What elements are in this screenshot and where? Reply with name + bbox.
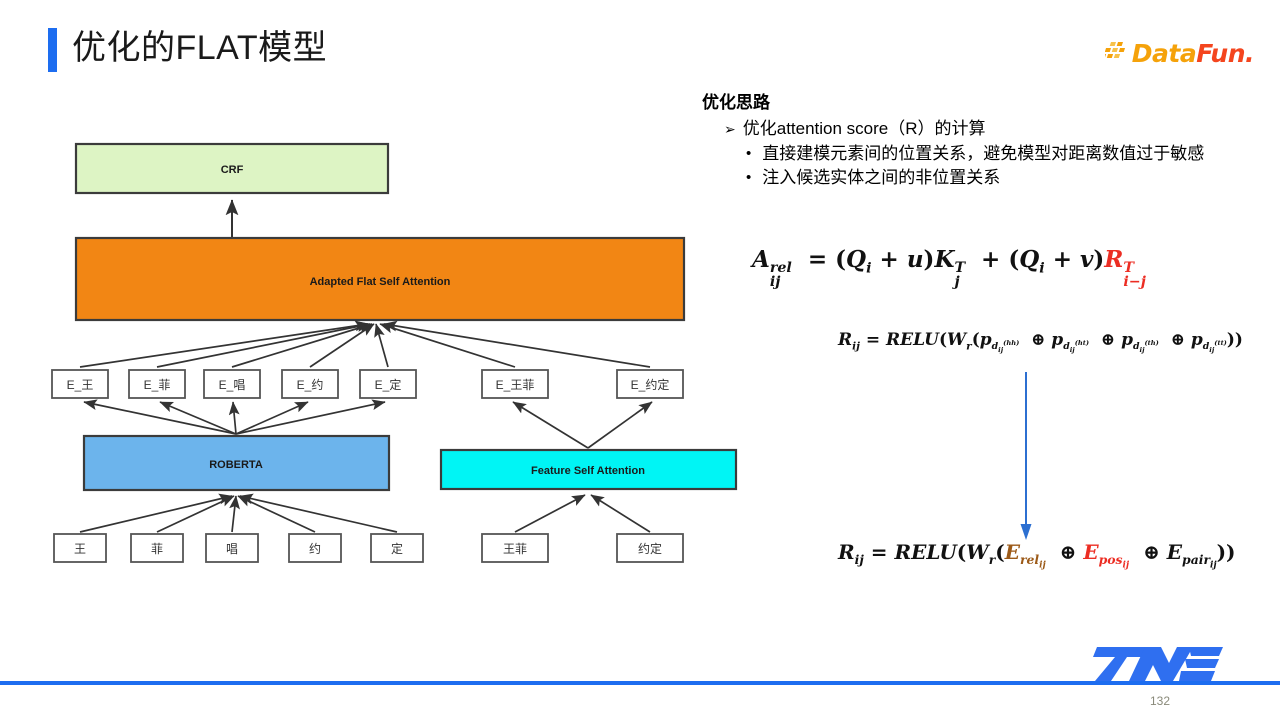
node-token-phrase-1-label: 约定 [638, 541, 662, 556]
formula-attention-rel: Arel ij = (Qi + u)K Tj + (Qi + v)R Ti−j [752, 246, 1146, 291]
node-token-1-label: 菲 [151, 542, 163, 556]
node-embedding-phrase-0: E_王菲 [481, 369, 549, 399]
node-crf: CRF [74, 142, 390, 195]
node-embedding-1-label: E_菲 [144, 378, 171, 392]
formula-rij-embedding: Rij = RELU(Wr(Erelij ⊕ Eposij ⊕ Epairij)… [838, 540, 1236, 571]
page-title: 优化的FLAT模型 [72, 29, 328, 67]
datafun-logo: DataFun. [1104, 38, 1255, 68]
node-embedding-4: E_定 [359, 369, 417, 399]
node-token-4: 定 [370, 533, 424, 563]
node-feature-self-attention-label: Feature Self Attention [531, 465, 645, 477]
node-token-3: 约 [288, 533, 342, 563]
node-embedding-phrase-1-label: E_约定 [631, 377, 670, 392]
edge-group-feature-to-embeddings [512, 401, 653, 449]
embedding-node-row-right: E_王菲 E_约定 [481, 369, 684, 399]
edge-group-embeddings-to-adapted [79, 320, 651, 368]
node-token-phrase-0-label: 王菲 [503, 542, 527, 556]
node-token-phrase-0: 王菲 [481, 533, 549, 563]
node-roberta-label: ROBERTA [209, 459, 263, 471]
node-embedding-phrase-0-label: E_王菲 [496, 378, 535, 392]
optimization-notes-panel: 优化思路 ➢ 优化attention score（R）的计算 • 直接建模元素间… [702, 88, 1262, 190]
node-adapted-flat-self-attention: Adapted Flat Self Attention [74, 236, 686, 322]
node-embedding-0-label: E_王 [67, 378, 94, 392]
datafun-wordmark-fun: Fun. [1196, 38, 1254, 68]
token-node-row-left: 王 菲 唱 约 定 [53, 533, 424, 563]
edge-group-roberta-to-embeddings [83, 399, 386, 435]
page-number: 132 [1150, 694, 1171, 708]
flat-model-architecture-diagram: CRF Adapted Flat Self Attention E_王 E_菲 … [51, 142, 738, 563]
formula-rij-position: Rij = RELU(Wr(pdij(hh) ⊕ pdij(ht) ⊕ pdij… [838, 330, 1243, 355]
downward-arrow-icon [1020, 372, 1032, 540]
bullet-level1-text: 优化attention score（R）的计算 [742, 119, 986, 138]
embedding-node-row-left: E_王 E_菲 E_唱 E_约 E_定 [51, 369, 417, 399]
node-crf-label: CRF [221, 164, 244, 176]
title-accent-bar [48, 28, 57, 72]
node-embedding-2: E_唱 [203, 369, 261, 399]
node-embedding-3-label: E_约 [297, 377, 324, 392]
bullet-level1-attention-score: ➢ 优化attention score（R）的计算 [724, 117, 1262, 141]
bullet-level2-nonposition-relation: • 注入候选实体之间的非位置关系 [746, 166, 1262, 189]
node-embedding-phrase-1: E_约定 [616, 369, 684, 399]
slide-canvas: 优化的FLAT模型 DataFun. 优化思路 ➢ 优化attention sc… [0, 0, 1280, 720]
node-token-0-label: 王 [74, 542, 86, 556]
datafun-wordmark-data: Data [1131, 38, 1197, 68]
datafun-dots-icon [1104, 42, 1125, 58]
node-embedding-0: E_王 [51, 369, 109, 399]
edge-group-tokens-to-roberta [79, 493, 398, 533]
node-roberta: ROBERTA [82, 434, 391, 492]
footer-divider [0, 681, 1280, 685]
node-feature-self-attention: Feature Self Attention [439, 448, 738, 491]
node-token-4-label: 定 [391, 541, 403, 556]
bullet-level2-position-relation: • 直接建模元素间的位置关系，避免模型对距离数值过于敏感 [746, 142, 1262, 165]
node-token-3-label: 约 [309, 541, 321, 556]
node-embedding-1: E_菲 [128, 369, 186, 399]
bullet-level2-text-2: 注入候选实体之间的非位置关系 [762, 168, 1001, 187]
node-token-2: 唱 [205, 533, 259, 563]
node-token-0: 王 [53, 533, 107, 563]
token-node-row-right: 王菲 约定 [481, 533, 684, 563]
node-token-2-label: 唱 [226, 542, 238, 556]
tme-logo [1093, 647, 1223, 681]
node-token-phrase-1: 约定 [616, 533, 684, 563]
datafun-wordmark: DataFun. [1131, 38, 1255, 68]
node-token-1: 菲 [130, 533, 184, 563]
node-embedding-3: E_约 [281, 369, 339, 399]
node-embedding-2-label: E_唱 [219, 378, 246, 392]
node-embedding-4-label: E_定 [375, 377, 402, 392]
edge-group-tokens-to-feature [514, 494, 651, 533]
node-adapted-flat-label: Adapted Flat Self Attention [310, 276, 451, 288]
optimization-heading: 优化思路 [702, 93, 770, 112]
bullet-level2-text-1: 直接建模元素间的位置关系，避免模型对距离数值过于敏感 [762, 144, 1205, 163]
